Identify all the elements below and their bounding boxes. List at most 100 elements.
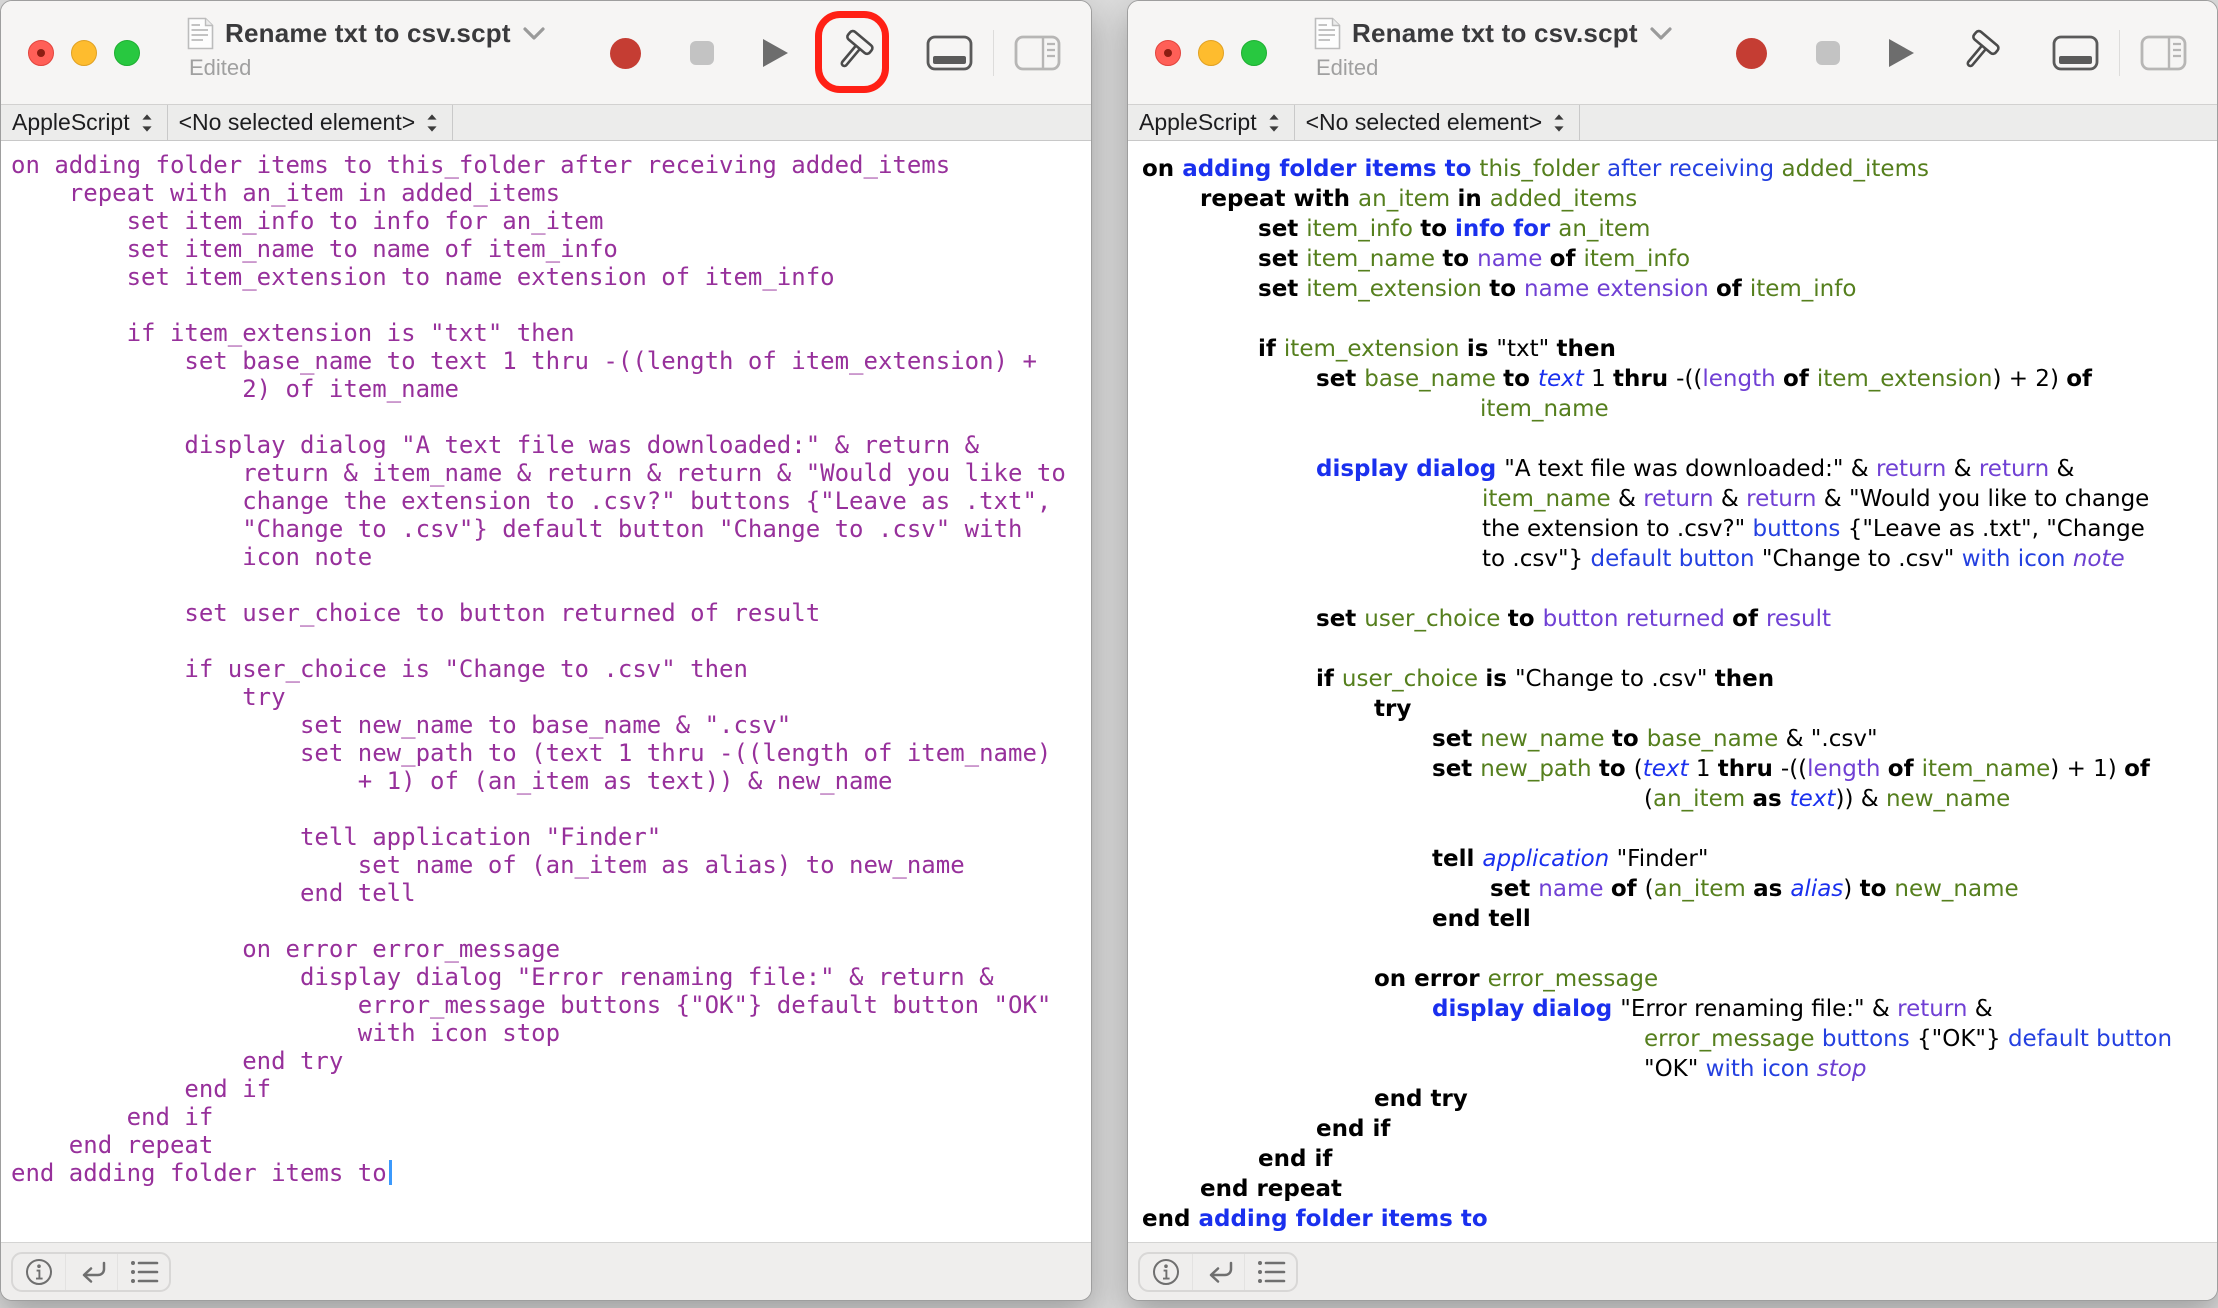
chevron-down-icon[interactable]	[522, 26, 546, 42]
language-popup[interactable]: AppleScript	[1, 105, 167, 140]
title-group: Rename txt to csv.scpt Edited	[187, 17, 546, 81]
language-popup[interactable]: AppleScript	[1128, 105, 1294, 140]
script-editor-window-left: Rename txt to csv.scpt Edited	[0, 0, 1092, 1301]
code-line: "OK" with icon stop	[1142, 1054, 2217, 1084]
desktop: { "colors": { "uncompiled_code_purple": …	[0, 0, 2218, 1308]
list-icon	[1254, 1258, 1288, 1286]
navbar-divider	[1579, 105, 1580, 140]
code-line: (an_item as text)) & new_name	[1142, 784, 2217, 814]
status-bar	[1128, 1242, 2217, 1300]
record-button[interactable]	[1736, 38, 1767, 69]
show-log-button[interactable]	[117, 1254, 169, 1290]
run-icon	[1889, 39, 1914, 67]
code-line: on error error_message	[1142, 964, 2217, 994]
toggle-accessory-pane-button[interactable]	[2140, 35, 2187, 71]
code-line: set item_info to info for an_item	[1142, 214, 2217, 244]
element-popup[interactable]: <No selected element>	[168, 105, 453, 140]
code-line: display dialog "Error renaming file:" & …	[1142, 994, 2217, 1024]
info-icon	[24, 1257, 54, 1287]
run-button[interactable]	[763, 39, 788, 67]
show-result-button[interactable]	[1192, 1254, 1244, 1290]
compile-button[interactable]	[814, 11, 892, 95]
code-line: set item_extension to name extension of …	[1142, 274, 2217, 304]
zoom-button[interactable]	[114, 40, 140, 66]
code-line: end try	[1142, 1084, 2217, 1114]
script-editor-window-right: Rename txt to csv.scpt Edited	[1127, 0, 2218, 1301]
return-icon	[75, 1257, 109, 1287]
language-popup-label: AppleScript	[1139, 109, 1257, 136]
show-log-button[interactable]	[1244, 1254, 1296, 1290]
code-editor-right[interactable]: on adding folder items to this_folder af…	[1128, 141, 2217, 1242]
code-line: set user_choice to button returned of re…	[1142, 604, 2217, 634]
code-line: the extension to .csv?" buttons {"Leave …	[1142, 514, 2217, 544]
code-line: set item_name to name of item_info	[1142, 244, 2217, 274]
return-icon	[1202, 1257, 1236, 1287]
title-bar: Rename txt to csv.scpt Edited	[1128, 1, 2217, 105]
code-line: set base_name to text 1 thru -((length o…	[1142, 364, 2217, 394]
navbar-divider	[452, 105, 453, 140]
code-line: display dialog "A text file was download…	[1142, 454, 2217, 484]
code-line	[1142, 934, 2217, 964]
code-line: tell application "Finder"	[1142, 844, 2217, 874]
traffic-lights	[1155, 40, 1267, 66]
toolbar-divider	[2119, 30, 2120, 76]
element-popup[interactable]: <No selected element>	[1295, 105, 1580, 140]
stop-button[interactable]	[690, 41, 714, 65]
code-line: item_name	[1142, 394, 2217, 424]
toggle-bottom-pane-button[interactable]	[2052, 35, 2099, 71]
text-cursor	[389, 1160, 392, 1185]
close-button[interactable]	[28, 40, 54, 66]
toolbar	[610, 11, 1061, 95]
code-line	[1142, 814, 2217, 844]
code-line	[1142, 574, 2217, 604]
title-bar: Rename txt to csv.scpt Edited	[1, 1, 1091, 105]
stop-icon	[1816, 41, 1840, 65]
code-editor-left[interactable]: on adding folder items to this_folder af…	[1, 141, 1091, 1242]
title-group: Rename txt to csv.scpt Edited	[1314, 17, 1673, 81]
zoom-button[interactable]	[1241, 40, 1267, 66]
document-proxy-icon[interactable]	[1314, 17, 1341, 50]
show-description-button[interactable]	[13, 1254, 65, 1290]
run-button[interactable]	[1889, 39, 1914, 67]
up-down-arrows-icon	[1267, 111, 1281, 135]
toolbar	[1736, 11, 2187, 95]
navigation-bar: AppleScript <No selected element>	[1128, 105, 2217, 141]
stop-button[interactable]	[1816, 41, 1840, 65]
list-icon	[127, 1258, 161, 1286]
view-segmented-control	[1138, 1252, 1298, 1292]
element-popup-label: <No selected element>	[1306, 109, 1543, 136]
record-button[interactable]	[610, 38, 641, 69]
show-result-button[interactable]	[65, 1254, 117, 1290]
toggle-bottom-pane-button[interactable]	[926, 35, 973, 71]
applescript-source-uncompiled: on adding folder items to this_folder af…	[11, 151, 1066, 1187]
element-popup-label: <No selected element>	[179, 109, 416, 136]
hammer-icon	[1953, 27, 2005, 79]
window-title: Rename txt to csv.scpt	[225, 18, 511, 49]
document-proxy-icon[interactable]	[187, 17, 214, 50]
code-line: item_name & return & return & "Would you…	[1142, 484, 2217, 514]
code-line	[1142, 634, 2217, 664]
code-line: repeat with an_item in added_items	[1142, 184, 2217, 214]
toolbar-divider	[993, 30, 994, 76]
code-line: end if	[1142, 1144, 2217, 1174]
traffic-lights	[28, 40, 140, 66]
view-segmented-control	[11, 1252, 171, 1292]
status-bar	[1, 1242, 1091, 1300]
minimize-button[interactable]	[71, 40, 97, 66]
compile-button[interactable]	[1940, 11, 2018, 95]
up-down-arrows-icon	[140, 111, 154, 135]
close-button[interactable]	[1155, 40, 1181, 66]
chevron-down-icon[interactable]	[1649, 26, 1673, 42]
up-down-arrows-icon	[1552, 111, 1566, 135]
info-icon	[1151, 1257, 1181, 1287]
record-icon	[610, 38, 641, 69]
show-description-button[interactable]	[1140, 1254, 1192, 1290]
hammer-icon	[827, 27, 879, 79]
code-line: on adding folder items to this_folder af…	[1142, 154, 2217, 184]
code-line	[1142, 304, 2217, 334]
minimize-button[interactable]	[1198, 40, 1224, 66]
run-icon	[763, 39, 788, 67]
toggle-accessory-pane-button[interactable]	[1014, 35, 1061, 71]
code-line: set new_path to (text 1 thru -((length o…	[1142, 754, 2217, 784]
navigation-bar: AppleScript <No selected element>	[1, 105, 1091, 141]
